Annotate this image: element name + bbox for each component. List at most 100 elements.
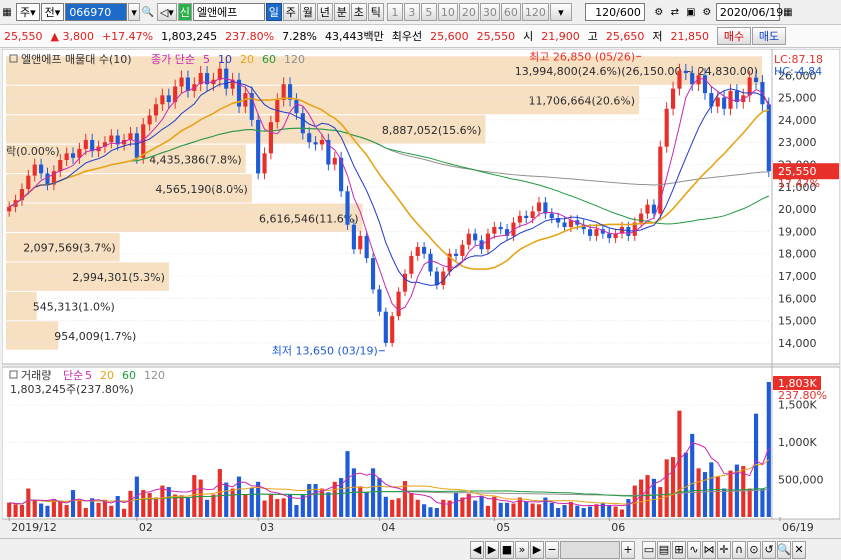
reference-label: 락(0.00%) xyxy=(6,145,60,158)
candle-body xyxy=(332,157,337,165)
period-tab-0[interactable]: 일 xyxy=(265,3,282,21)
save-icon[interactable]: ▣ xyxy=(684,5,698,19)
candle-body xyxy=(185,77,190,91)
volume-bar xyxy=(434,508,439,517)
candle-body xyxy=(300,113,305,134)
candle-body xyxy=(722,97,727,109)
period-tab-1[interactable]: 주 xyxy=(282,3,299,21)
volume-bar xyxy=(358,486,363,517)
type-select[interactable]: 전 ▾ xyxy=(40,3,65,21)
high-price: 25,650 xyxy=(605,29,645,43)
layout-icon[interactable]: ▤ xyxy=(657,540,671,559)
volume-bar xyxy=(192,475,197,517)
volume-bar xyxy=(122,508,127,517)
target-icon[interactable]: ⊙ xyxy=(747,540,761,559)
volume-bar xyxy=(485,505,491,517)
grid-icon[interactable]: ▦ xyxy=(0,5,14,19)
volume-bar xyxy=(377,478,382,517)
stop-button[interactable]: ■ xyxy=(500,540,514,559)
candle-body xyxy=(358,235,363,250)
volume-bar xyxy=(409,493,414,517)
volume-bar xyxy=(536,504,542,517)
minute-option-0[interactable]: 1 xyxy=(386,3,403,21)
period-tabs: 일주월년분초틱 xyxy=(265,3,385,21)
play-button[interactable]: ▶ xyxy=(485,540,499,559)
price-chart[interactable]: 954,009(1.7%) 545,313(1.0%) 2,994,301(5.3%… xyxy=(2,49,840,539)
volume-bar xyxy=(639,479,644,517)
stock-code-input[interactable]: 066970 xyxy=(65,3,128,21)
fast-forward-button[interactable]: » xyxy=(515,540,529,559)
legend-period: 20 xyxy=(100,369,114,382)
volume-bar xyxy=(594,504,599,517)
period-tab-2[interactable]: 월 xyxy=(299,3,316,21)
candle-body xyxy=(7,206,12,212)
candle-body xyxy=(326,139,331,165)
quote-bar: 25,550 ▲ 3,800 +17.47% 1,803,245 237.80%… xyxy=(0,24,841,48)
volume-tick-label: 500,000 xyxy=(778,474,824,487)
minute-option-5[interactable]: 30 xyxy=(479,3,500,21)
magnet-icon[interactable]: ∩ xyxy=(732,540,746,559)
period-tab-4[interactable]: 분 xyxy=(333,3,350,21)
legend-period: 5 xyxy=(203,53,210,66)
period-tab-6[interactable]: 틱 xyxy=(367,3,384,21)
trend-icon[interactable]: ∿ xyxy=(687,540,701,559)
minute-option-4[interactable]: 20 xyxy=(458,3,479,21)
drawing-tool-icon[interactable]: ▭ xyxy=(642,540,656,559)
cross-icon[interactable]: ✛ xyxy=(717,540,731,559)
minute-dropdown[interactable]: ▾ xyxy=(549,3,572,21)
candle-body xyxy=(396,291,401,317)
volume-bar xyxy=(511,503,516,517)
scroll-right-button[interactable]: ▶ xyxy=(530,540,544,559)
legend-ma-label: 단순 xyxy=(63,369,83,382)
minute-option-2[interactable]: 5 xyxy=(420,3,437,21)
indicator-icon[interactable]: ⊞ xyxy=(672,540,686,559)
date-input[interactable]: 2020/06/19 xyxy=(715,3,783,21)
x-tick-label: 04 xyxy=(381,521,395,534)
search-chart-icon[interactable]: 🔍 xyxy=(777,540,791,559)
volume-bar xyxy=(364,492,369,517)
candle-body xyxy=(766,104,771,172)
buy-button[interactable]: 매수 xyxy=(717,27,751,45)
price-tick-label: 15,000 xyxy=(778,315,817,328)
sell-button[interactable]: 매도 xyxy=(752,27,786,45)
zoom-slider[interactable] xyxy=(560,540,620,559)
code-dropdown-button[interactable]: ▾ xyxy=(128,3,140,21)
volume-bar xyxy=(19,505,25,517)
period-tab-5[interactable]: 초 xyxy=(350,3,367,21)
volume-bar xyxy=(243,494,248,517)
volume-bar xyxy=(690,433,695,517)
volume-profile-label: 545,313(1.0%) xyxy=(33,301,115,314)
pattern-icon[interactable]: ⋈ xyxy=(702,540,716,559)
zoom-out-button[interactable]: − xyxy=(545,540,559,559)
minute-option-7[interactable]: 120 xyxy=(521,3,549,21)
volume-bar xyxy=(607,505,612,517)
x-tick-label: 06/19 xyxy=(782,521,814,534)
reset-icon[interactable]: ↺ xyxy=(762,540,776,559)
minute-option-3[interactable]: 10 xyxy=(437,3,458,21)
price-tick-label: 18,000 xyxy=(778,248,817,261)
chart-settings-icon[interactable]: ⚙ xyxy=(652,5,666,19)
volume-bar xyxy=(319,488,325,517)
sound-icon[interactable]: ◁▾ xyxy=(156,3,177,21)
volume-bar xyxy=(281,498,286,517)
candle-body xyxy=(473,233,478,241)
count-input[interactable]: 120/600 xyxy=(584,3,645,21)
minute-option-1[interactable]: 3 xyxy=(403,3,420,21)
market-select[interactable]: 주 ▾ xyxy=(16,3,40,21)
x-tick-label: 2019/12 xyxy=(11,521,57,534)
compare-icon[interactable]: ⇄ xyxy=(668,5,682,19)
gear-icon[interactable]: ⚙ xyxy=(700,5,714,19)
candle-body xyxy=(536,202,542,212)
x-tick-label: 06 xyxy=(611,521,625,534)
zoom-in-button[interactable]: + xyxy=(621,540,635,559)
volume-bar xyxy=(77,499,82,517)
scroll-left-button[interactable]: ◀ xyxy=(470,540,484,559)
calendar-icon[interactable]: ▦ xyxy=(781,5,795,19)
minute-option-6[interactable]: 60 xyxy=(500,3,521,21)
volume-bar xyxy=(326,492,331,517)
search-icon[interactable]: 🔍 xyxy=(141,5,155,19)
expand-icon[interactable]: ✕ xyxy=(792,540,806,559)
candle-body xyxy=(147,115,152,125)
volume-bar xyxy=(728,470,733,517)
period-tab-3[interactable]: 년 xyxy=(316,3,333,21)
